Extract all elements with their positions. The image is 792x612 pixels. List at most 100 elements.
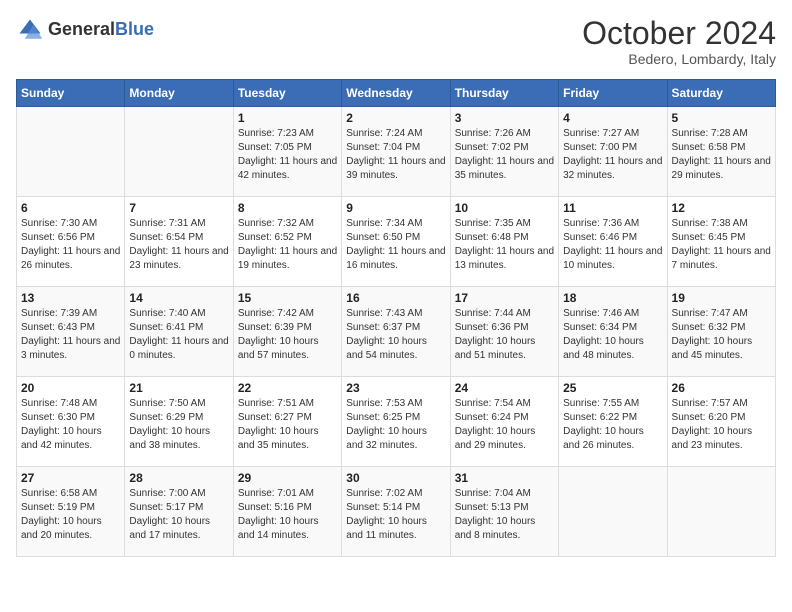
day-number: 10 (455, 201, 554, 215)
day-number: 3 (455, 111, 554, 125)
page-header: GeneralBlue October 2024 Bedero, Lombard… (16, 16, 776, 67)
day-info: Sunrise: 7:55 AM Sunset: 6:22 PM Dayligh… (563, 397, 662, 453)
calendar-cell (667, 467, 775, 557)
day-info: Sunrise: 7:38 AM Sunset: 6:45 PM Dayligh… (672, 217, 771, 273)
calendar-cell: 28 Sunrise: 7:00 AM Sunset: 5:17 PM Dayli… (125, 467, 233, 557)
day-info: Sunrise: 7:02 AM Sunset: 5:14 PM Dayligh… (346, 487, 445, 543)
calendar-cell: 21Sunrise: 7:50 AM Sunset: 6:29 PM Dayli… (125, 377, 233, 467)
calendar-cell: 15 Sunrise: 7:42 AM Sunset: 6:39 PM Dayli… (233, 287, 341, 377)
calendar-cell: 26 Sunrise: 7:57 AM Sunset: 6:20 PM Dayli… (667, 377, 775, 467)
day-number: 27 (21, 471, 120, 485)
day-number: 7 (129, 201, 228, 215)
weekday-header-sunday: Sunday (17, 80, 125, 107)
calendar-cell: 8 Sunrise: 7:32 AM Sunset: 6:52 PM Daylig… (233, 197, 341, 287)
day-number: 18 (563, 291, 662, 305)
calendar-week-row: 27 Sunrise: 6:58 AM Sunset: 5:19 PM Dayli… (17, 467, 776, 557)
calendar-cell: 2Sunrise: 7:24 AM Sunset: 7:04 PM Daylig… (342, 107, 450, 197)
calendar-cell: 31Sunrise: 7:04 AM Sunset: 5:13 PM Dayli… (450, 467, 558, 557)
day-number: 11 (563, 201, 662, 215)
weekday-header-row: SundayMondayTuesdayWednesdayThursdayFrid… (17, 80, 776, 107)
day-info: Sunrise: 7:30 AM Sunset: 6:56 PM Dayligh… (21, 217, 120, 273)
weekday-header-thursday: Thursday (450, 80, 558, 107)
day-info: Sunrise: 7:24 AM Sunset: 7:04 PM Dayligh… (346, 127, 445, 183)
day-info: Sunrise: 7:35 AM Sunset: 6:48 PM Dayligh… (455, 217, 554, 273)
weekday-header-saturday: Saturday (667, 80, 775, 107)
day-info: Sunrise: 7:27 AM Sunset: 7:00 PM Dayligh… (563, 127, 662, 183)
calendar-cell: 19Sunrise: 7:47 AM Sunset: 6:32 PM Dayli… (667, 287, 775, 377)
day-number: 16 (346, 291, 445, 305)
calendar-title: October 2024 (582, 16, 776, 51)
calendar-cell: 6 Sunrise: 7:30 AM Sunset: 6:56 PM Daylig… (17, 197, 125, 287)
calendar-week-row: 1 Sunrise: 7:23 AM Sunset: 7:05 PM Daylig… (17, 107, 776, 197)
day-info: Sunrise: 7:50 AM Sunset: 6:29 PM Dayligh… (129, 397, 228, 453)
calendar-cell: 27 Sunrise: 6:58 AM Sunset: 5:19 PM Dayli… (17, 467, 125, 557)
logo-icon (16, 16, 44, 44)
logo-text-general: General (48, 19, 115, 39)
day-number: 9 (346, 201, 445, 215)
calendar-cell: 25 Sunrise: 7:55 AM Sunset: 6:22 PM Dayli… (559, 377, 667, 467)
day-number: 25 (563, 381, 662, 395)
day-number: 4 (563, 111, 662, 125)
day-number: 14 (129, 291, 228, 305)
calendar-cell: 20Sunrise: 7:48 AM Sunset: 6:30 PM Dayli… (17, 377, 125, 467)
calendar-cell: 22Sunrise: 7:51 AM Sunset: 6:27 PM Dayli… (233, 377, 341, 467)
calendar-cell: 11 Sunrise: 7:36 AM Sunset: 6:46 PM Dayli… (559, 197, 667, 287)
calendar-cell: 7Sunrise: 7:31 AM Sunset: 6:54 PM Daylig… (125, 197, 233, 287)
title-block: October 2024 Bedero, Lombardy, Italy (582, 16, 776, 67)
day-info: Sunrise: 7:42 AM Sunset: 6:39 PM Dayligh… (238, 307, 337, 363)
day-number: 6 (21, 201, 120, 215)
day-number: 24 (455, 381, 554, 395)
day-number: 20 (21, 381, 120, 395)
day-info: Sunrise: 7:43 AM Sunset: 6:37 PM Dayligh… (346, 307, 445, 363)
day-info: Sunrise: 7:32 AM Sunset: 6:52 PM Dayligh… (238, 217, 337, 273)
calendar-cell (17, 107, 125, 197)
calendar-cell: 16 Sunrise: 7:43 AM Sunset: 6:37 PM Dayli… (342, 287, 450, 377)
day-number: 1 (238, 111, 337, 125)
weekday-header-monday: Monday (125, 80, 233, 107)
day-number: 13 (21, 291, 120, 305)
calendar-cell: 4 Sunrise: 7:27 AM Sunset: 7:00 PM Daylig… (559, 107, 667, 197)
calendar-cell (125, 107, 233, 197)
calendar-cell: 17Sunrise: 7:44 AM Sunset: 6:36 PM Dayli… (450, 287, 558, 377)
day-info: Sunrise: 7:39 AM Sunset: 6:43 PM Dayligh… (21, 307, 120, 363)
weekday-header-tuesday: Tuesday (233, 80, 341, 107)
calendar-cell: 9Sunrise: 7:34 AM Sunset: 6:50 PM Daylig… (342, 197, 450, 287)
day-info: Sunrise: 7:36 AM Sunset: 6:46 PM Dayligh… (563, 217, 662, 273)
calendar-cell: 13 Sunrise: 7:39 AM Sunset: 6:43 PM Dayli… (17, 287, 125, 377)
day-number: 15 (238, 291, 337, 305)
calendar-cell: 10 Sunrise: 7:35 AM Sunset: 6:48 PM Dayli… (450, 197, 558, 287)
day-info: Sunrise: 7:40 AM Sunset: 6:41 PM Dayligh… (129, 307, 228, 363)
calendar-cell: 23 Sunrise: 7:53 AM Sunset: 6:25 PM Dayli… (342, 377, 450, 467)
day-info: Sunrise: 7:00 AM Sunset: 5:17 PM Dayligh… (129, 487, 228, 543)
calendar-week-row: 13 Sunrise: 7:39 AM Sunset: 6:43 PM Dayli… (17, 287, 776, 377)
day-info: Sunrise: 7:28 AM Sunset: 6:58 PM Dayligh… (672, 127, 771, 183)
weekday-header-friday: Friday (559, 80, 667, 107)
day-number: 26 (672, 381, 771, 395)
calendar-week-row: 6 Sunrise: 7:30 AM Sunset: 6:56 PM Daylig… (17, 197, 776, 287)
calendar-cell (559, 467, 667, 557)
calendar-cell: 5 Sunrise: 7:28 AM Sunset: 6:58 PM Daylig… (667, 107, 775, 197)
day-info: Sunrise: 7:46 AM Sunset: 6:34 PM Dayligh… (563, 307, 662, 363)
day-info: Sunrise: 7:44 AM Sunset: 6:36 PM Dayligh… (455, 307, 554, 363)
calendar-cell: 14 Sunrise: 7:40 AM Sunset: 6:41 PM Dayli… (125, 287, 233, 377)
calendar-cell: 18 Sunrise: 7:46 AM Sunset: 6:34 PM Dayli… (559, 287, 667, 377)
day-number: 30 (346, 471, 445, 485)
day-info: Sunrise: 7:23 AM Sunset: 7:05 PM Dayligh… (238, 127, 337, 183)
calendar-cell: 29Sunrise: 7:01 AM Sunset: 5:16 PM Dayli… (233, 467, 341, 557)
weekday-header-wednesday: Wednesday (342, 80, 450, 107)
day-number: 12 (672, 201, 771, 215)
day-info: Sunrise: 7:51 AM Sunset: 6:27 PM Dayligh… (238, 397, 337, 453)
calendar-cell: 1 Sunrise: 7:23 AM Sunset: 7:05 PM Daylig… (233, 107, 341, 197)
day-number: 8 (238, 201, 337, 215)
day-info: Sunrise: 7:57 AM Sunset: 6:20 PM Dayligh… (672, 397, 771, 453)
day-info: Sunrise: 7:26 AM Sunset: 7:02 PM Dayligh… (455, 127, 554, 183)
day-number: 29 (238, 471, 337, 485)
day-info: Sunrise: 6:58 AM Sunset: 5:19 PM Dayligh… (21, 487, 120, 543)
calendar-table: SundayMondayTuesdayWednesdayThursdayFrid… (16, 79, 776, 557)
day-info: Sunrise: 7:53 AM Sunset: 6:25 PM Dayligh… (346, 397, 445, 453)
day-info: Sunrise: 7:54 AM Sunset: 6:24 PM Dayligh… (455, 397, 554, 453)
day-number: 5 (672, 111, 771, 125)
calendar-cell: 30 Sunrise: 7:02 AM Sunset: 5:14 PM Dayli… (342, 467, 450, 557)
day-number: 28 (129, 471, 228, 485)
day-number: 23 (346, 381, 445, 395)
